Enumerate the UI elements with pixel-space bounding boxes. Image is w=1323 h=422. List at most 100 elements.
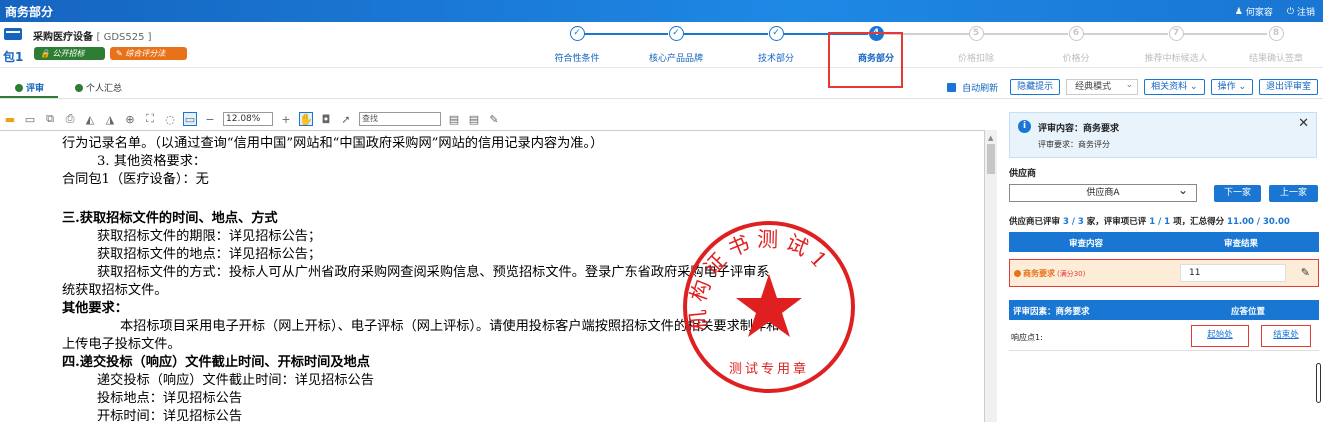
review-item-row[interactable]: 商务要求 (满分30) 11 ✎: [1009, 259, 1319, 287]
step-8: 8 结果确认签章: [1231, 26, 1321, 64]
doc-line: 统获取招标文件。: [62, 283, 168, 298]
fit-width-icon[interactable]: ◌: [163, 112, 177, 126]
project-name: 采购医疗设备 [ GDS525 ]: [33, 28, 152, 43]
close-icon[interactable]: ✕: [1298, 116, 1309, 131]
rotate-right-icon[interactable]: ◮: [103, 112, 117, 126]
print-icon[interactable]: ⎙: [63, 112, 77, 126]
col-content: 审查内容: [1069, 239, 1104, 249]
end-position-link[interactable]: 结束处: [1261, 325, 1311, 347]
hide-tips-button[interactable]: 隐藏提示: [1010, 79, 1061, 95]
step-number: 8: [1268, 26, 1284, 41]
seal-stamp: 机构证书测试1 测试专用章: [683, 221, 855, 393]
operate-button[interactable]: 操作 ⌄: [1210, 79, 1253, 95]
logout-button[interactable]: ⏻ 注销: [1286, 5, 1315, 19]
doc-line: 合同包1（医疗设备）：无: [62, 172, 209, 187]
zoom-in-icon[interactable]: ⊕: [123, 112, 137, 126]
tag-method: 🔒 公开招标: [34, 47, 105, 60]
project-title: 采购医疗设备: [33, 32, 93, 43]
copy-icon[interactable]: ⧉: [43, 112, 57, 126]
exit-review-button[interactable]: 退出评审室: [1258, 79, 1318, 95]
zoom-input[interactable]: 12.08%: [223, 112, 273, 126]
tag-scoring: ✎ 综合评分法: [110, 47, 187, 60]
total-score: 11.00 / 30.00: [1227, 217, 1290, 227]
actual-size-icon[interactable]: ▭: [183, 112, 197, 126]
user-menu[interactable]: ♟ 何家容: [1235, 5, 1273, 19]
review-requirement: 评审要求：商务评分: [1038, 140, 1110, 149]
scroll-thumb[interactable]: [987, 144, 995, 174]
factor-table-header: 评审因素：商务要求 应答位置: [1009, 300, 1319, 320]
response-point-row: 响应点1: 起始处 结束处: [1009, 321, 1319, 351]
zoom-out-icon[interactable]: −: [203, 112, 217, 126]
review-icon: [15, 83, 23, 92]
document-toolbar: ▬ ▭ ⧉ ⎙ ◭ ◮ ⊕ ⛶ ◌ ▭ − 12.08% + ✋ ◘ ➚ 查找 …: [0, 108, 990, 130]
panel-scrollbar[interactable]: [1316, 363, 1321, 403]
tab-personal-summary[interactable]: 个人汇总: [75, 81, 122, 94]
doc-line: 上传电子投标文件。: [62, 337, 181, 352]
review-item-name: 商务要求 (满分30): [1014, 268, 1085, 279]
select-tool-icon[interactable]: ➚: [339, 112, 353, 126]
step-6: 6 价格分: [1031, 26, 1121, 64]
app-header: 商务部分 ♟ 何家容 ⏻ 注销: [0, 0, 1323, 22]
logout-label: 注销: [1296, 8, 1315, 18]
items-count: 1 / 1: [1149, 217, 1171, 227]
next-supplier-button[interactable]: 下一家: [1214, 185, 1261, 202]
summary-icon: [75, 83, 83, 92]
open-folder-icon[interactable]: ▬: [3, 112, 17, 126]
status-dot-icon: [1014, 270, 1021, 277]
check-icon: ✓: [569, 26, 585, 41]
zoom-plus-icon[interactable]: +: [279, 112, 293, 126]
fit-page-icon[interactable]: ⛶: [143, 112, 157, 126]
step-5: 5 价格扣除: [931, 26, 1021, 64]
find-prev-icon[interactable]: ▤: [447, 112, 461, 126]
summary-text: 项，汇总得分: [1170, 217, 1228, 227]
doc-heading: 四.递交投标（响应）文件截止时间、开标时间及地点: [62, 355, 370, 370]
prev-supplier-button[interactable]: 上一家: [1269, 185, 1318, 202]
find-input[interactable]: 查找: [359, 112, 441, 126]
tab-label: 评审: [26, 84, 45, 94]
step-2[interactable]: ✓ 核心产品品牌: [631, 26, 721, 64]
doc-line: 行为记录名单。（以通过查询“信用中国”网站和“中国政府采购网”网站的信用记录内容…: [62, 136, 604, 151]
doc-line: 开标时间：详见招标公告: [97, 409, 243, 422]
related-docs-label: 相关资料: [1151, 82, 1188, 92]
doc-line: 3. 其他资格要求：: [97, 154, 207, 169]
scroll-up-icon[interactable]: ▲: [988, 134, 993, 142]
hand-tool-icon[interactable]: ✋: [299, 112, 313, 126]
tab-review[interactable]: 评审: [15, 81, 44, 94]
step-label: 结果确认签章: [1248, 54, 1303, 64]
power-icon: ⏻: [1286, 6, 1294, 17]
doc-heading: 三.获取招标文件的时间、地点、方式: [62, 211, 278, 226]
package-label: 包1: [3, 50, 24, 64]
step-label: 推荐中标候选人: [1144, 54, 1208, 64]
tag-scoring-label: 综合评分法: [125, 49, 166, 58]
review-summary: 供应商已评审 3 / 3 家，评审项已评 1 / 1 项，汇总得分 11.00 …: [1009, 215, 1290, 227]
mode-select[interactable]: 经典模式: [1066, 78, 1139, 95]
annotate-icon[interactable]: ✎: [487, 112, 501, 126]
review-controls: 自动刷新 隐藏提示 经典模式 相关资料 ⌄ 操作 ⌄ 退出评审室: [947, 77, 1318, 97]
auto-refresh-label: 自动刷新: [962, 83, 999, 94]
supplier-select[interactable]: 供应商A: [1009, 182, 1197, 202]
step-3[interactable]: ✓ 技术部分: [731, 26, 821, 64]
step-label: 技术部分: [757, 54, 794, 64]
step-7: 7 推荐中标候选人: [1131, 26, 1221, 64]
start-position-link[interactable]: 起始处: [1191, 325, 1249, 347]
project-bar: 采购医疗设备 [ GDS525 ] 包1 🔒 公开招标 ✎ 综合评分法 ✓ 符合性…: [0, 22, 1323, 88]
score-input[interactable]: 11: [1180, 264, 1286, 282]
find-next-icon[interactable]: ▤: [467, 112, 481, 126]
document-scrollbar[interactable]: ▲: [985, 130, 997, 422]
edit-icon[interactable]: ✎: [1301, 266, 1310, 279]
page-title: 商务部分: [5, 5, 54, 19]
review-table-header: 审查内容 审查结果: [1009, 232, 1319, 252]
step-number: 5: [968, 26, 984, 41]
project-code: [ GDS525 ]: [96, 32, 152, 43]
user-name: 何家容: [1245, 8, 1273, 18]
snapshot-icon[interactable]: ◘: [319, 112, 333, 126]
related-docs-button[interactable]: 相关资料 ⌄: [1144, 79, 1205, 95]
step-1[interactable]: ✓ 符合性条件: [532, 26, 622, 64]
auto-refresh-checkbox[interactable]: [947, 82, 957, 92]
rotate-left-icon[interactable]: ◭: [83, 112, 97, 126]
review-panel: i 评审内容：商务要求 评审要求：商务评分 ✕ 供应商 供应商A 下一家 上一家…: [1003, 108, 1323, 422]
summary-text: 供应商已评审: [1009, 217, 1063, 227]
review-info-box: i 评审内容：商务要求 评审要求：商务评分 ✕: [1009, 112, 1317, 158]
check-icon: ✓: [668, 26, 684, 41]
save-icon[interactable]: ▭: [23, 112, 37, 126]
